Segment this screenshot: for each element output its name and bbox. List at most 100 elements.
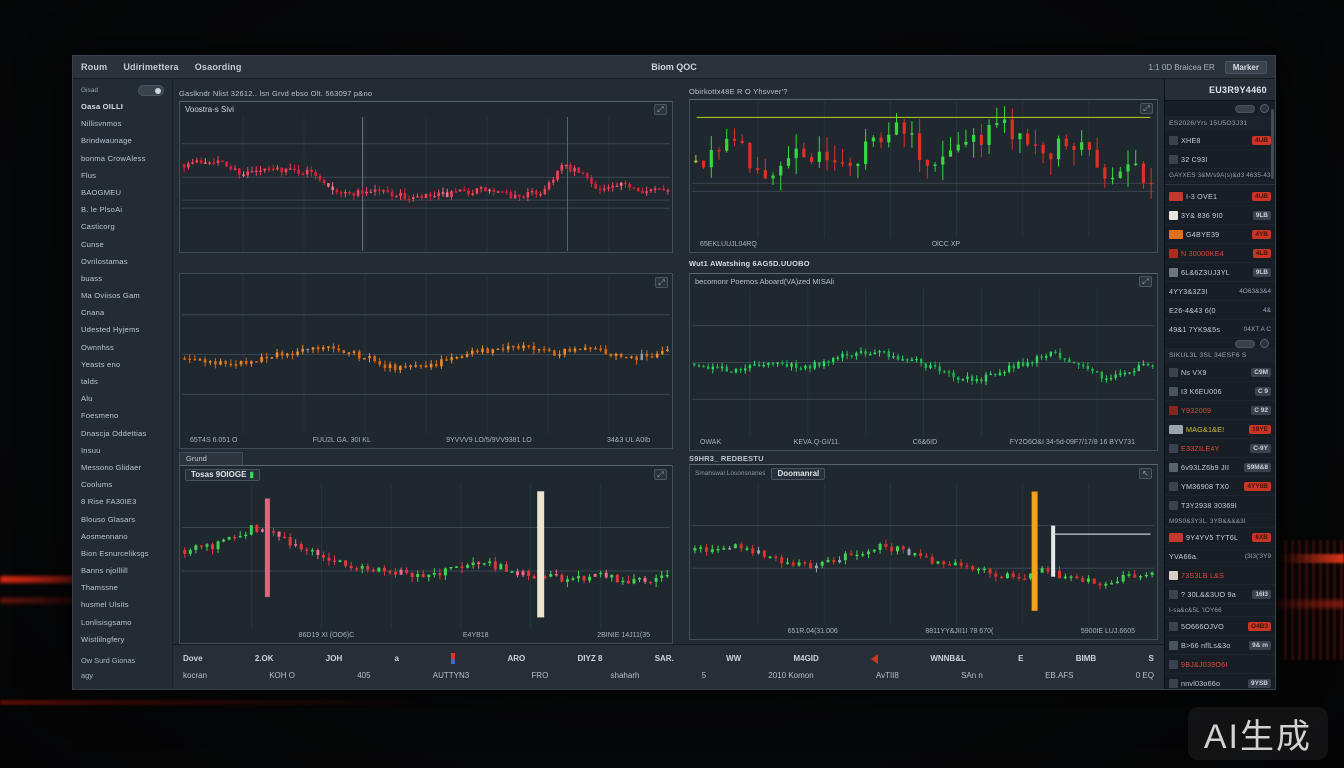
symbol-label: 73S3LB L&S <box>1181 571 1271 580</box>
sidebar-item[interactable]: talds <box>81 373 172 390</box>
cursor-icon[interactable]: ↖ <box>1139 468 1152 479</box>
sidebar-item[interactable]: B. le PlsoAi <box>81 201 172 218</box>
watchlist-row[interactable]: 6v93LZ6b9 JII59M&8 <box>1165 458 1275 477</box>
sidebar-item[interactable]: Cunse <box>81 236 172 253</box>
watchlist-row[interactable]: I3 K6EU006C 9 <box>1165 382 1275 401</box>
sidebar-item[interactable]: Udested Hyjems <box>81 321 172 338</box>
expand-icon[interactable]: ⤢ <box>654 104 667 115</box>
settings-icon[interactable] <box>1260 104 1269 113</box>
chart-bottom-left[interactable] <box>182 484 670 629</box>
filter-toggle[interactable] <box>1235 105 1255 113</box>
menu-item-3[interactable]: Osaording <box>195 62 242 72</box>
watchlist-row[interactable]: ? 30L&&3UO 9a16I3 <box>1165 585 1275 604</box>
sidebar-item[interactable]: buass <box>81 270 172 287</box>
watchlist-row[interactable]: 32 C93I <box>1165 150 1275 169</box>
sidebar-item[interactable]: Lonlisisgsamo <box>81 614 172 631</box>
sidebar-item[interactable]: Coolums <box>81 476 172 493</box>
watchlist-row[interactable]: I-3 OVE14UB <box>1165 187 1275 206</box>
sidebar-item[interactable]: Alu <box>81 390 172 407</box>
sidebar-item[interactable]: Wistlilngfery <box>81 631 172 648</box>
watchlist-scrollbar[interactable] <box>1271 109 1274 179</box>
sidebar-item[interactable]: 8 Rise FA30IE3 <box>81 493 172 510</box>
marker-button[interactable]: Marker <box>1225 61 1267 74</box>
status-item: BIMB <box>1076 654 1096 663</box>
symbol-label: I3 K6EU006 <box>1181 387 1252 396</box>
panel-bl-tab[interactable]: Grund <box>179 452 243 465</box>
watchlist-row[interactable]: 5O666OJVOO4B3 <box>1165 617 1275 636</box>
watchlist-row[interactable]: G4BYE394YB <box>1165 225 1275 244</box>
sidebar-item[interactable]: Banns njolllill <box>81 562 172 579</box>
watchlist-row[interactable]: 4YY3&3Z3I4O63&3&4 <box>1165 282 1275 301</box>
symbol-label: 9Y4YV5 TYT6L <box>1186 533 1249 542</box>
price-badge: C9M <box>1251 368 1271 377</box>
sidebar-item[interactable]: Flus <box>81 167 172 184</box>
watchlist-row[interactable]: 3Y& 836 9I09LB <box>1165 206 1275 225</box>
sidebar-item[interactable]: Ownnhss <box>81 339 172 356</box>
watchlist-row[interactable]: YVA66a.(3I3('3Y9 <box>1165 547 1275 566</box>
watchlist-row[interactable]: 9BJ&J039O6I <box>1165 655 1275 674</box>
sidebar-footer-item[interactable]: Ow Surd Gionas <box>81 653 172 668</box>
symbol-chip[interactable]: Doomanral <box>771 468 825 480</box>
watchlist-row[interactable]: 9Y4YV5 TYT6L6XB <box>1165 528 1275 547</box>
sidebar-item[interactable]: Casticorg <box>81 218 172 235</box>
sidebar-item[interactable]: Thamssne <box>81 579 172 596</box>
watchlist-row[interactable]: I-sa&c&5L 'IOY66 <box>1165 604 1275 617</box>
symbol-chip[interactable]: Tosas 9OIOGE ▮ <box>185 469 260 481</box>
menu-item-2[interactable]: Udirimettera <box>123 62 178 72</box>
chart-bottom-right[interactable] <box>692 483 1155 625</box>
sidebar-item[interactable]: Foesmeno <box>81 407 172 424</box>
watchlist-row[interactable]: T3Y2938 30369I <box>1165 496 1275 515</box>
sidebar-item[interactable]: Oasa OILLI <box>81 98 172 115</box>
chart-mid-left[interactable] <box>182 275 670 434</box>
symbol-icon <box>1169 211 1178 220</box>
chart-mid-right[interactable] <box>692 289 1155 436</box>
watchlist-row[interactable]: 49&1 7YK9&5s04XT A C <box>1165 320 1275 339</box>
status-item: WW <box>726 654 741 663</box>
axis-label: 5900IE LUJ.6605 <box>1081 628 1135 635</box>
sidebar-item[interactable]: Blouso Glasars <box>81 511 172 528</box>
sidebar-item[interactable]: Cnana <box>81 304 172 321</box>
price-badge: 6XB <box>1252 533 1271 542</box>
sidebar-item[interactable]: bonma CrowAless <box>81 150 172 167</box>
expand-icon[interactable]: ⤢ <box>655 277 668 288</box>
sidebar-item[interactable]: Brindwaunage <box>81 132 172 149</box>
watchlist-row[interactable]: GAYXES 3&M/s9A(s)&d3 4635-43&5 <box>1165 169 1275 182</box>
watchlist-row[interactable]: XHE84UB <box>1165 131 1275 150</box>
watchlist-row[interactable]: 6L&6Z3UJ3YL9LB <box>1165 263 1275 282</box>
sidebar-item[interactable]: Ma Oviisos Gam <box>81 287 172 304</box>
sidebar-item[interactable]: Messono Glidaer <box>81 459 172 476</box>
sidebar-toggle[interactable] <box>138 85 164 96</box>
watchlist-row[interactable]: MAG&1&E!19YE <box>1165 420 1275 439</box>
status-item: 405 <box>357 671 370 680</box>
watchlist-row[interactable]: 73S3LB L&S <box>1165 566 1275 585</box>
sidebar-item[interactable]: Bion Esnurceliksgs <box>81 545 172 562</box>
sidebar-item[interactable]: BAOGMEU <box>81 184 172 201</box>
sidebar-item[interactable]: Nillisvnmos <box>81 115 172 132</box>
watchlist-row[interactable]: E26-4&43 6(04& <box>1165 301 1275 320</box>
expand-icon[interactable]: ⤢ <box>1139 276 1152 287</box>
sidebar-item[interactable]: Insuu <box>81 442 172 459</box>
watchlist-row[interactable]: B>66 nflLs&3o9& m <box>1165 636 1275 655</box>
watchlist-row[interactable]: Y932009C 92 <box>1165 401 1275 420</box>
chart-top-left[interactable] <box>182 117 670 251</box>
panel-mid-left: ⤢ 65T4S 6.051 OFUU2L GA. 30I KL9YVVV9 LO… <box>179 273 673 449</box>
watchlist-row[interactable]: YM36908 TX04YY8B <box>1165 477 1275 496</box>
menu-item-1[interactable]: Roum <box>81 62 107 72</box>
sidebar-item[interactable]: Ovrilostamas <box>81 253 172 270</box>
expand-icon[interactable]: ⤢ <box>1140 103 1153 114</box>
watchlist-row[interactable]: N 30000KE44LB <box>1165 244 1275 263</box>
chart-top-right[interactable] <box>692 101 1155 238</box>
symbol-label: T3Y2938 30369I <box>1181 501 1271 510</box>
sidebar-footer-item[interactable]: agy <box>81 668 172 683</box>
sidebar-item[interactable]: Dnascja Oddettias <box>81 425 172 442</box>
expand-icon[interactable]: ⤢ <box>654 469 667 480</box>
sidebar-item[interactable]: Aosmennano <box>81 528 172 545</box>
settings-icon[interactable] <box>1260 339 1269 348</box>
watchlist-row[interactable]: nnvl03o66o9YSB <box>1165 674 1275 689</box>
watchlist-row[interactable]: M9S0&3Y3L. 3YB&&&&3I <box>1165 515 1275 528</box>
filter-toggle[interactable] <box>1235 340 1255 348</box>
sidebar-item[interactable]: husmel Ulsits <box>81 596 172 613</box>
watchlist-row[interactable]: E33ZILE4YC-9Y <box>1165 439 1275 458</box>
sidebar-item[interactable]: Yeasts eno <box>81 356 172 373</box>
watchlist-row[interactable]: Ns VX9C9M <box>1165 363 1275 382</box>
